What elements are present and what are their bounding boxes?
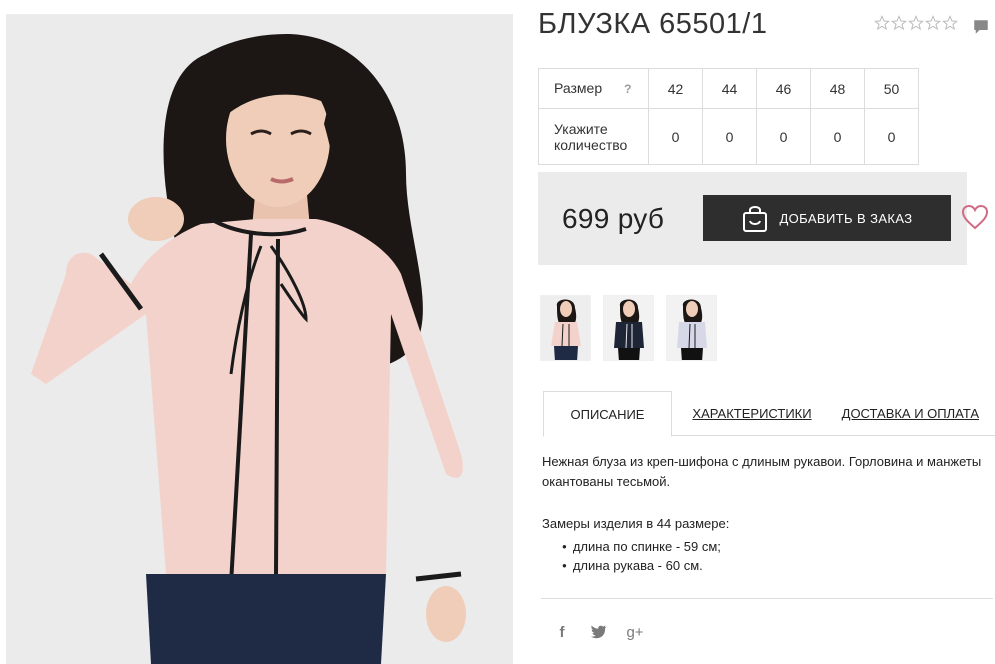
size-label: Размер xyxy=(554,80,603,96)
thumbnail-strip xyxy=(540,295,717,361)
size-label-cell: Размер? xyxy=(538,68,649,109)
quantity-row: Укажите количество 0 0 0 0 0 xyxy=(538,108,919,165)
quantity-label-line2: количество xyxy=(554,136,628,153)
measurements-list: длина по спинке - 59 см; длина рукава - … xyxy=(562,538,721,576)
facebook-icon[interactable]: f xyxy=(553,622,571,642)
star-icon[interactable] xyxy=(942,15,958,31)
list-item: длина рукава - 60 см. xyxy=(562,557,721,576)
tab-delivery-payment[interactable]: ДОСТАВКА И ОПЛАТА xyxy=(832,391,995,436)
add-to-cart-button[interactable]: ДОБАВИТЬ В ЗАКАЗ xyxy=(703,195,951,241)
thumbnail-navy[interactable] xyxy=(603,295,654,361)
divider xyxy=(541,598,993,599)
size-value: 42 xyxy=(648,68,703,109)
quantity-label-line1: Укажите xyxy=(554,120,608,137)
thumbnail-lilac[interactable] xyxy=(666,295,717,361)
star-icon[interactable] xyxy=(925,15,941,31)
heart-icon[interactable] xyxy=(961,204,989,230)
size-value: 48 xyxy=(810,68,865,109)
size-value: 50 xyxy=(864,68,919,109)
twitter-icon[interactable] xyxy=(590,622,608,642)
size-table: Размер? 42 44 46 48 50 Укажите количеств… xyxy=(538,68,919,165)
product-price: 699 руб xyxy=(562,203,665,234)
star-icon[interactable] xyxy=(891,15,907,31)
add-to-cart-label: ДОБАВИТЬ В ЗАКАЗ xyxy=(779,210,913,226)
shopping-bag-icon xyxy=(743,206,768,232)
tab-description[interactable]: ОПИСАНИЕ xyxy=(543,391,672,437)
quantity-input[interactable]: 0 xyxy=(702,108,757,165)
comment-icon[interactable] xyxy=(972,18,990,36)
product-description: Нежная блуза из креп-шифона с длиным рук… xyxy=(542,454,982,489)
size-help-icon[interactable]: ? xyxy=(624,82,631,96)
product-title: БЛУЗКА 65501/1 xyxy=(538,8,768,40)
buy-box: 699 руб ДОБАВИТЬ В ЗАКАЗ xyxy=(538,172,967,265)
quantity-label-cell: Укажите количество xyxy=(538,108,649,165)
quantity-input[interactable]: 0 xyxy=(648,108,703,165)
google-plus-icon[interactable]: g+ xyxy=(626,622,644,642)
list-item: длина по спинке - 59 см; xyxy=(562,538,721,557)
tab-characteristics[interactable]: ХАРАКТЕРИСТИКИ xyxy=(672,391,832,436)
main-product-photo[interactable] xyxy=(6,14,513,664)
size-row: Размер? 42 44 46 48 50 xyxy=(538,68,919,109)
thumbnail-pink[interactable] xyxy=(540,295,591,361)
quantity-input[interactable]: 0 xyxy=(810,108,865,165)
rating-stars[interactable] xyxy=(874,15,958,31)
star-icon[interactable] xyxy=(874,15,890,31)
product-tabs: ОПИСАНИЕ ХАРАКТЕРИСТИКИ ДОСТАВКА И ОПЛАТ… xyxy=(543,391,995,437)
size-value: 44 xyxy=(702,68,757,109)
size-value: 46 xyxy=(756,68,811,109)
quantity-input[interactable]: 0 xyxy=(864,108,919,165)
star-icon[interactable] xyxy=(908,15,924,31)
measurements-title: Замеры изделия в 44 размере: xyxy=(542,516,730,531)
quantity-input[interactable]: 0 xyxy=(756,108,811,165)
